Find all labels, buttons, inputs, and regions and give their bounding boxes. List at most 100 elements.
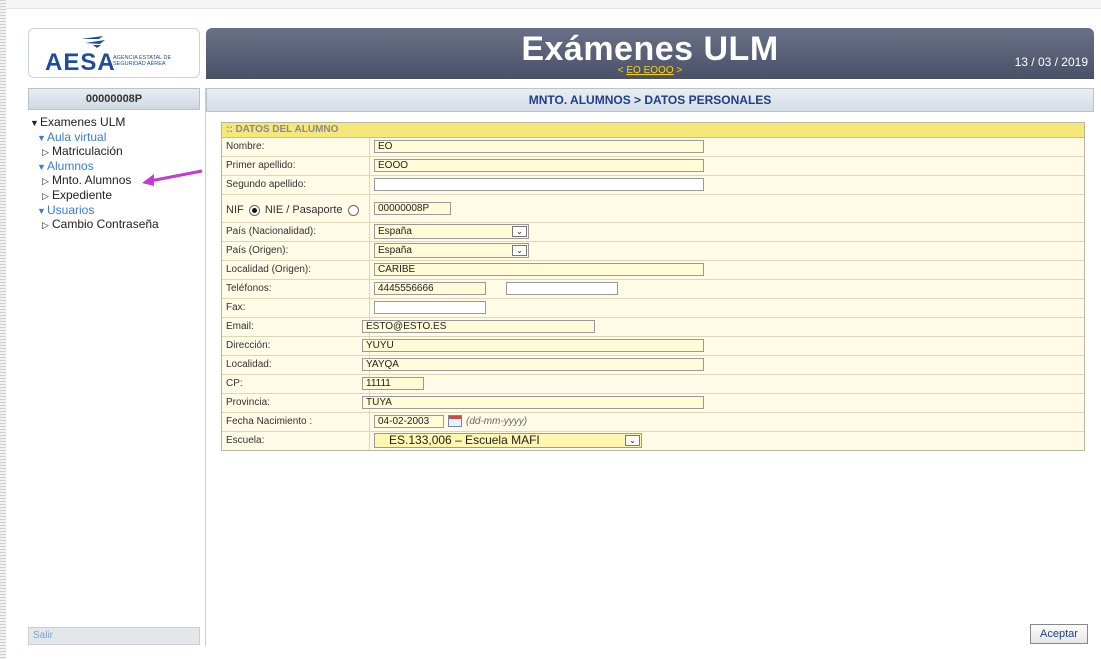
form-row-fax: Fax:: [222, 299, 1084, 318]
field-label: País (Origen):: [226, 245, 289, 256]
field-label: Fax:: [226, 302, 246, 313]
field-label: Localidad (Origen):: [226, 264, 312, 275]
provincia-input[interactable]: TUYA: [362, 396, 704, 409]
fax-input[interactable]: [374, 301, 486, 314]
primer-apellido-input[interactable]: EOOO: [374, 159, 704, 172]
app-title: Exámenes ULM: [521, 30, 779, 68]
nav-label: Usuarios: [47, 202, 95, 217]
form-row-escuela: Escuela: ES.133,006 – Escuela MAFI ⌄: [222, 432, 1084, 450]
select-value: ES.133,006 – Escuela MAFI: [389, 433, 540, 447]
expand-icon: ▼: [37, 132, 46, 143]
form-row-fecha-nacimiento: Fecha Nacimiento : 04-02-2003 (dd-mm-yyy…: [222, 413, 1084, 432]
select-value: España: [378, 245, 412, 256]
expand-icon: ▼: [30, 118, 39, 128]
app-header: Exámenes ULM < EO EOOO > 13 / 03 / 2019: [206, 28, 1094, 79]
calendar-icon[interactable]: [448, 415, 462, 427]
expand-icon: ▼: [37, 161, 46, 172]
nav-item-cambio-contrasena[interactable]: ▷ Cambio Contraseña: [30, 217, 159, 233]
nav-item-examenes-ulm[interactable]: ▼Examenes ULM: [30, 115, 159, 131]
nav-label: Aula virtual: [47, 129, 107, 144]
logo-text: AESA: [45, 49, 116, 76]
expand-icon: ▼: [37, 205, 46, 216]
field-label: Teléfonos:: [226, 283, 272, 294]
nombre-input[interactable]: EO: [374, 140, 704, 153]
pais-origen-select[interactable]: España ⌄: [374, 243, 529, 258]
date-format-hint: (dd-mm-yyyy): [466, 416, 528, 427]
cp-input[interactable]: 11111: [362, 377, 424, 390]
form-row-localidad: Localidad: YAYQA: [222, 356, 1084, 375]
nav-label: Matriculación: [52, 144, 123, 159]
column-divider: [369, 138, 370, 156]
field-label: País (Nacionalidad):: [226, 226, 317, 237]
column-divider: [369, 223, 370, 241]
form-row-segundo-apellido: Segundo apellido:: [222, 176, 1084, 195]
sidebar-divider: [205, 88, 206, 646]
collapsed-icon: ▷: [42, 190, 49, 201]
column-divider: [369, 432, 370, 450]
nie-radio[interactable]: [347, 204, 359, 216]
field-label: Dirección:: [226, 340, 271, 351]
segundo-apellido-input[interactable]: [374, 178, 704, 191]
user-link-suffix: >: [673, 65, 683, 76]
fecha-nacimiento-input[interactable]: 04-02-2003: [374, 415, 444, 428]
email-input[interactable]: ESTO@ESTO.ES: [362, 320, 595, 333]
nav-label: Cambio Contraseña: [52, 217, 159, 232]
form-row-provincia: Provincia: TUYA: [222, 394, 1084, 413]
column-divider: [369, 157, 370, 175]
form-row-pais-origen: País (Origen): España ⌄: [222, 242, 1084, 261]
nav-label: Mnto. Alumnos: [52, 173, 132, 188]
form-row-email: Email: ESTO@ESTO.ES: [222, 318, 1084, 337]
telefono-2-input[interactable]: [506, 282, 618, 295]
logout-link[interactable]: Salir: [33, 630, 53, 641]
documento-input[interactable]: 00000008P: [374, 202, 451, 215]
pais-nacionalidad-select[interactable]: España ⌄: [374, 224, 529, 239]
nav-item-usuarios[interactable]: ▼Usuarios: [30, 202, 159, 219]
nav-item-matriculacion[interactable]: ▷ Matriculación: [30, 144, 159, 160]
logo-subtitle: AGENCIA ESTATAL DE SEGURIDAD AÉREA: [113, 55, 172, 67]
aceptar-button[interactable]: Aceptar: [1030, 624, 1088, 644]
form-row-telefonos: Teléfonos: 4445556666: [222, 280, 1084, 299]
escuela-select[interactable]: ES.133,006 – Escuela MAFI ⌄: [374, 433, 642, 448]
collapsed-icon: ▷: [42, 147, 49, 158]
chevron-down-icon[interactable]: ⌄: [625, 435, 640, 446]
form-row-cp: CP: 11111: [222, 375, 1084, 394]
field-label: Escuela:: [226, 435, 265, 446]
column-divider: [369, 242, 370, 260]
chevron-down-icon[interactable]: ⌄: [512, 226, 527, 237]
field-label: Provincia:: [226, 397, 270, 408]
field-label: Email:: [226, 321, 254, 332]
localidad-input[interactable]: YAYQA: [362, 358, 704, 371]
select-value: España: [378, 226, 412, 237]
aesa-logo[interactable]: AESA AGENCIA ESTATAL DE SEGURIDAD AÉREA: [28, 28, 200, 78]
form-row-nombre: Nombre: EO: [222, 138, 1084, 157]
nav-label: Expediente: [52, 187, 113, 202]
user-link-name[interactable]: EO EOOO: [626, 65, 673, 76]
column-divider: [369, 299, 370, 317]
localidad-origen-input[interactable]: CARIBE: [374, 263, 704, 276]
annotation-arrow-icon: [142, 169, 203, 186]
current-date: 13 / 03 / 2019: [1014, 55, 1088, 69]
form-row-localidad-origen: Localidad (Origen): CARIBE: [222, 261, 1084, 280]
logout-bar[interactable]: Salir: [28, 627, 200, 645]
nif-radio[interactable]: [248, 204, 260, 216]
column-divider: [369, 413, 370, 431]
column-divider: [369, 176, 370, 194]
form-row-primer-apellido: Primer apellido: EOOO: [222, 157, 1084, 176]
telefono-input[interactable]: 4445556666: [374, 282, 486, 295]
form-section-title: :: DATOS DEL ALUMNO: [222, 123, 1084, 138]
nav-label: Examenes ULM: [40, 115, 126, 129]
nav-item-aula-virtual[interactable]: ▼Aula virtual: [30, 129, 159, 146]
user-id-bar: 00000008P: [28, 88, 200, 110]
direccion-input[interactable]: YUYU: [362, 339, 704, 352]
column-divider: [369, 195, 370, 222]
chevron-down-icon[interactable]: ⌄: [512, 245, 527, 256]
form-row-documento: NIF NIE / Pasaporte 00000008P: [222, 195, 1084, 223]
nie-label: NIE / Pasaporte: [264, 204, 343, 216]
nav-item-expediente[interactable]: ▷ Expediente: [30, 187, 159, 204]
doc-type-group: NIF NIE / Pasaporte: [226, 204, 361, 216]
nav-label: Alumnos: [47, 158, 94, 173]
nif-label: NIF: [226, 204, 244, 216]
user-link[interactable]: < EO EOOO >: [206, 65, 1094, 76]
plane-logo-icon: [81, 36, 105, 48]
field-label: Nombre:: [226, 141, 265, 152]
